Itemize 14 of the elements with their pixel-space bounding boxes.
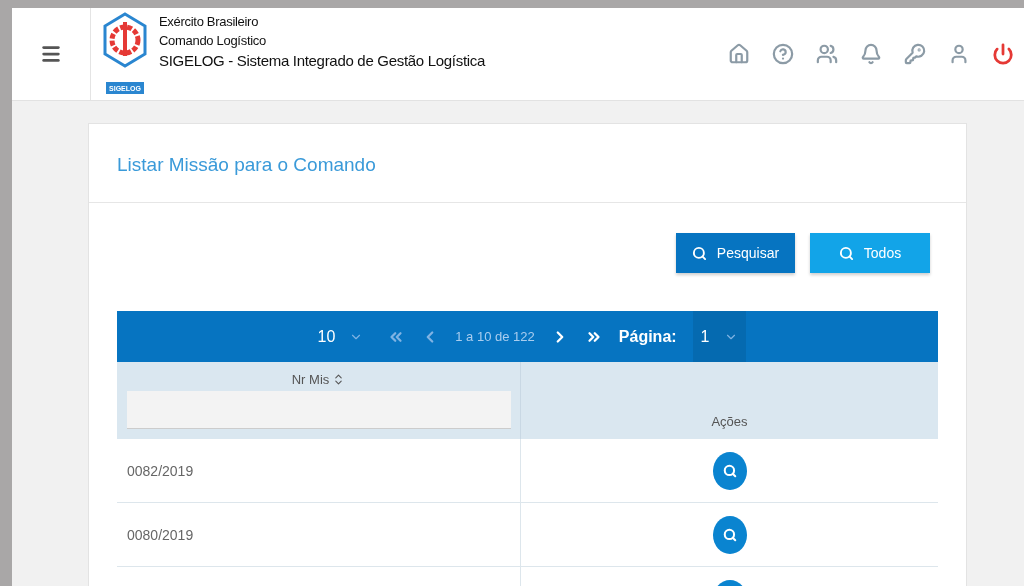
page-title: Listar Missão para o Comando [89,124,966,203]
page-label: Página: [618,327,677,346]
page-size-select[interactable]: 10 [309,311,372,362]
page-select[interactable]: 1 [692,311,746,362]
organization-name: SIGELOG - Sistema Integrado de Gestão Logística [159,52,486,69]
column-header: Ações [711,414,748,429]
range-text: 1 a 10 de 122 [455,329,535,344]
organization-name: Comando Logístico [159,33,267,48]
table-cell: 0080/2019 [127,526,194,543]
organization-name: Exército Brasileiro [159,14,260,29]
column-header[interactable]: Nr Mis [291,372,346,387]
search-button[interactable]: Pesquisar [676,233,795,273]
search-button[interactable]: Todos [810,233,930,273]
table-cell: 0082/2019 [127,462,194,479]
